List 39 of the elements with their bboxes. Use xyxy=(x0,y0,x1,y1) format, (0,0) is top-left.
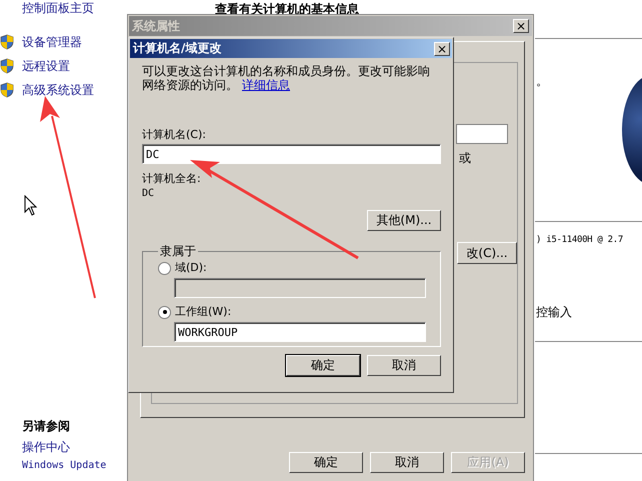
home-link[interactable]: 控制面板主页 xyxy=(22,0,125,16)
full-name-value: DC xyxy=(142,187,156,201)
field-label: 计算机全名: xyxy=(142,172,202,186)
field-label: 计算机名(C): xyxy=(142,128,207,142)
radio-label: 工作组(W): xyxy=(175,305,232,319)
group-title: 隶属于 xyxy=(159,243,197,260)
radio-label: 域(D): xyxy=(175,261,207,275)
processor-text: ) i5-11400H @ 2.7 xyxy=(536,235,624,245)
dialog-button[interactable]: 确定 xyxy=(289,452,363,473)
computer-name-field[interactable]: DC xyxy=(142,144,441,164)
info-text: 控输入 xyxy=(536,304,572,321)
sidebar-link[interactable]: 设备管理器 xyxy=(22,34,82,50)
more-button[interactable]: 其他(M)... xyxy=(367,210,441,231)
dialog-button[interactable]: 取消 xyxy=(367,355,441,376)
sidebar-link[interactable]: 操作中心 xyxy=(22,439,125,456)
input-field[interactable] xyxy=(456,124,508,144)
window-title: 计算机名/域更改 xyxy=(133,40,222,57)
close-button[interactable]: × xyxy=(513,19,529,33)
shield-icon xyxy=(0,58,14,74)
radio-button[interactable] xyxy=(158,262,171,274)
window-title: 系统属性 xyxy=(132,18,180,34)
input-field[interactable] xyxy=(174,278,426,298)
label-text: 或 xyxy=(459,150,471,167)
dialog-button[interactable]: 确定 xyxy=(286,355,360,376)
section-title: 另请参阅 xyxy=(22,418,71,435)
sidebar-link[interactable]: 高级系统设置 xyxy=(22,82,94,98)
sidebar-link[interactable]: Windows Update xyxy=(22,460,125,471)
info-text: 。 xyxy=(536,73,548,90)
input-field[interactable]: WORKGROUP xyxy=(174,322,426,342)
shield-icon xyxy=(0,34,14,50)
mouse-cursor-icon xyxy=(24,195,38,217)
sidebar-link[interactable]: 远程设置 xyxy=(22,58,70,74)
close-button[interactable]: × xyxy=(434,42,450,56)
shield-icon xyxy=(0,82,14,98)
radio-button[interactable] xyxy=(158,306,171,318)
details-link[interactable]: 详细信息 xyxy=(242,78,290,92)
description-text: 可以更改这台计算机的名称和成员身份。更改可能影响网络资源的访问。 详细信息 xyxy=(142,64,431,92)
dialog-button[interactable]: 取消 xyxy=(370,452,444,473)
change-button[interactable]: 改(C)... xyxy=(457,242,517,264)
